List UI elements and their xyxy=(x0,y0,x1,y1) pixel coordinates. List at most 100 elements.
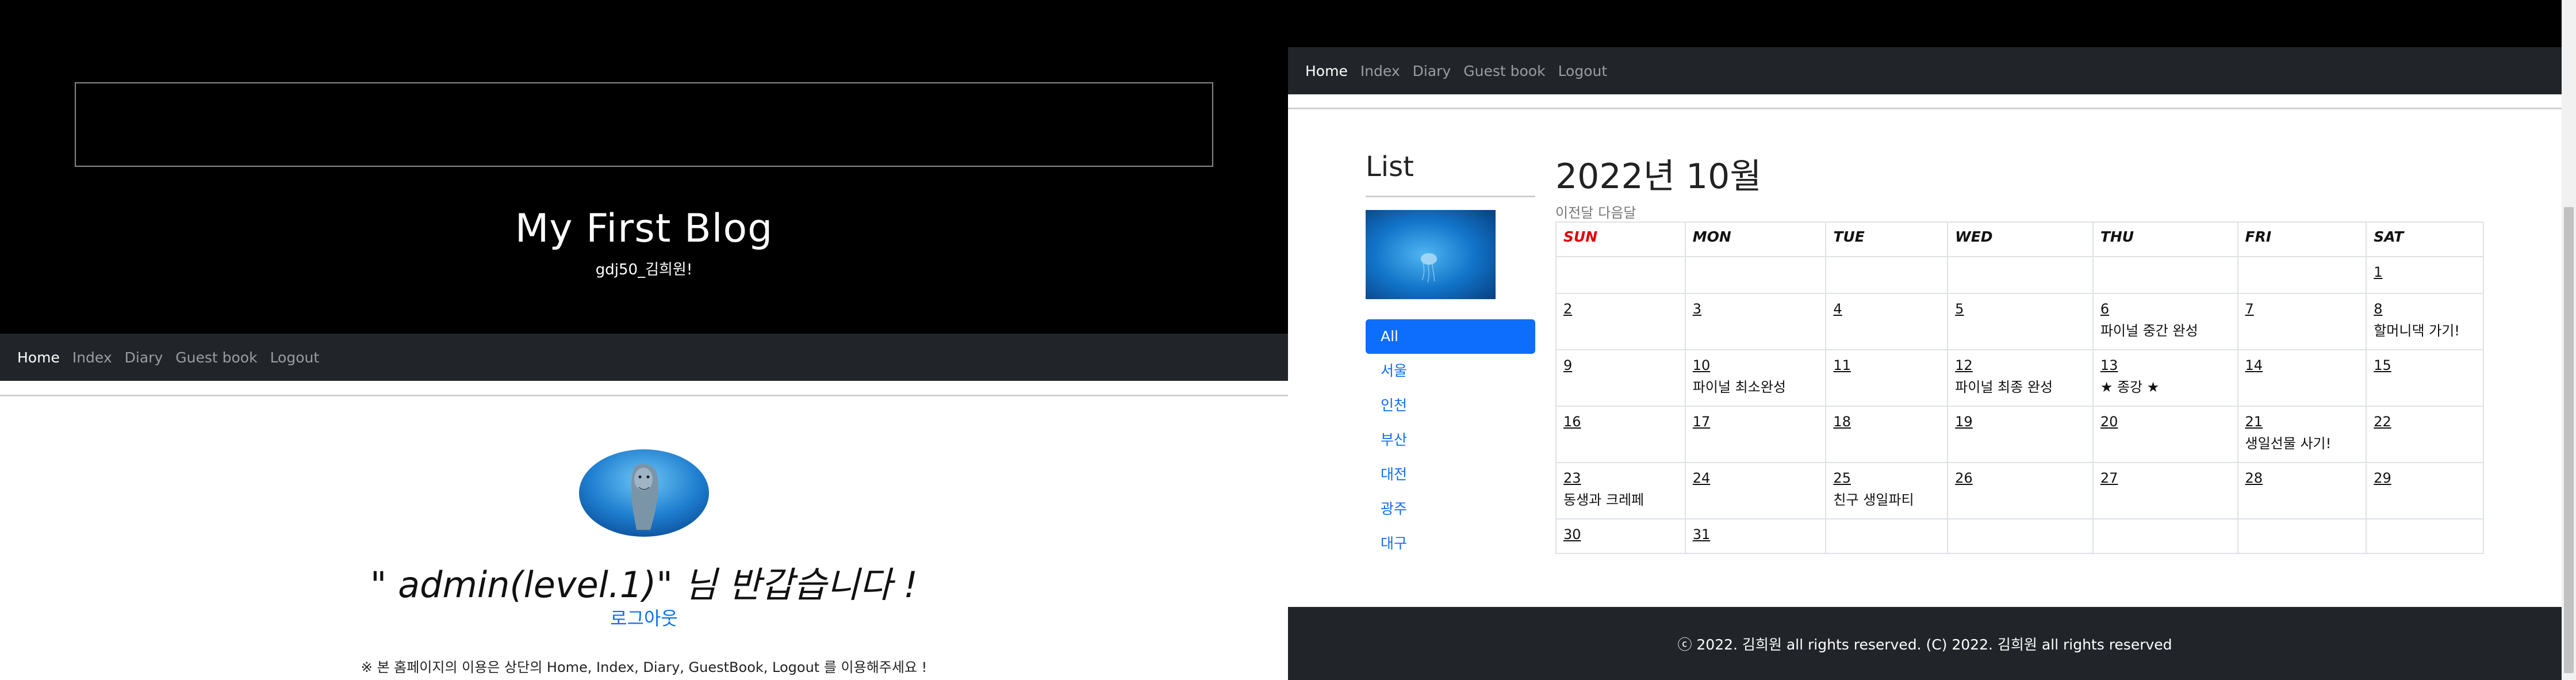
calendar-day-link[interactable]: 27 xyxy=(2100,470,2230,486)
category-daejeon[interactable]: 대전 xyxy=(1366,457,1535,492)
category-list: All 서울 인천 부산 대전 광주 대구 xyxy=(1366,319,1535,561)
calendar-day-cell: 24 xyxy=(1684,462,1827,519)
weekday-header-row: SUN MON TUE WED THU FRI SAT xyxy=(1555,221,2484,257)
calendar-day-cell xyxy=(2092,518,2238,554)
nav-diary[interactable]: Diary xyxy=(125,349,163,366)
calendar-day-link[interactable]: 18 xyxy=(1833,414,1940,430)
calendar-day-link[interactable]: 31 xyxy=(1693,526,1819,543)
nav-home[interactable]: Home xyxy=(1305,63,1348,79)
calendar-body: 1 2 3 4 5 6 파이널 중간 완성 7 8 할머니댁 가기! 9 10 파이널 최소완성 11 12… xyxy=(1555,256,2484,554)
page-footer: ⓒ 2022. 김희원 all rights reserved. (C) 202… xyxy=(1288,607,2562,680)
calendar-day-link[interactable]: 23 xyxy=(1563,470,1678,486)
vertical-scrollbar[interactable] xyxy=(2562,0,2576,680)
top-navbar: Home Index Diary Guest book Logout xyxy=(0,334,1288,381)
calendar-day-link[interactable]: 29 xyxy=(2374,470,2476,486)
nav-guest-book[interactable]: Guest book xyxy=(175,349,257,366)
calendar-week-row: 16 17 18 19 20 21 생일선물 사기! 22 xyxy=(1555,406,2484,463)
logout-link[interactable]: 로그아웃 xyxy=(0,604,1288,631)
calendar-day-cell: 16 xyxy=(1555,406,1686,463)
calendar-day-link[interactable]: 25 xyxy=(1833,470,1940,486)
category-daegu[interactable]: 대구 xyxy=(1366,526,1535,561)
calendar-day-link[interactable]: 26 xyxy=(1955,470,2086,486)
calendar-day-cell: 17 xyxy=(1684,406,1827,463)
divider xyxy=(1288,108,2562,109)
calendar-day-cell: 13 ★ 종강 ★ xyxy=(2092,349,2238,407)
weekday-mon: MON xyxy=(1684,221,1827,257)
calendar-day-cell: 3 xyxy=(1684,293,1827,350)
category-seoul[interactable]: 서울 xyxy=(1366,354,1535,388)
calendar-day-cell xyxy=(1684,256,1827,294)
calendar-day-link[interactable]: 16 xyxy=(1563,414,1678,430)
nav-logout[interactable]: Logout xyxy=(1558,63,1608,79)
sidebar-image xyxy=(1366,210,1496,299)
calendar-day-link[interactable]: 17 xyxy=(1693,414,1819,430)
calendar-day-link[interactable]: 10 xyxy=(1693,357,1819,373)
calendar-month-nav: 이전달 다음달 xyxy=(1555,201,1641,221)
category-incheon[interactable]: 인천 xyxy=(1366,388,1535,423)
nav-guest-book[interactable]: Guest book xyxy=(1463,63,1545,79)
hero-frame xyxy=(75,82,1213,167)
calendar-day-link[interactable]: 7 xyxy=(2245,301,2359,317)
diary-page-panel: Home Index Diary Guest book Logout List xyxy=(1288,0,2576,680)
calendar-day-link[interactable]: 20 xyxy=(2100,414,2230,430)
calendar-day-cell: 14 xyxy=(2237,349,2367,407)
calendar-day-link[interactable]: 14 xyxy=(2245,357,2359,373)
calendar-day-cell: 2 xyxy=(1555,293,1686,350)
calendar-day-link[interactable]: 11 xyxy=(1833,357,1940,373)
calendar-day-cell: 1 xyxy=(2366,256,2484,294)
calendar-day-link[interactable]: 6 xyxy=(2100,301,2230,317)
calendar-day-link[interactable]: 19 xyxy=(1955,414,2086,430)
calendar-day-link[interactable]: 28 xyxy=(2245,470,2359,486)
calendar-day-cell: 29 xyxy=(2366,462,2484,519)
calendar-day-cell: 5 xyxy=(1947,293,2094,350)
calendar-day-cell: 11 xyxy=(1825,349,1949,407)
calendar-week-row: 2 3 4 5 6 파이널 중간 완성 7 8 할머니댁 가기! xyxy=(1555,293,2484,350)
calendar-day-link[interactable]: 13 xyxy=(2100,357,2230,373)
calendar-day-link[interactable]: 30 xyxy=(1563,526,1678,543)
category-gwangju[interactable]: 광주 xyxy=(1366,492,1535,526)
calendar-day-cell: 25 친구 생일파티 xyxy=(1825,462,1949,519)
calendar-day-cell: 4 xyxy=(1825,293,1949,350)
calendar-day-cell: 21 생일선물 사기! xyxy=(2237,406,2367,463)
category-all[interactable]: All xyxy=(1366,319,1535,354)
calendar-week-row: 30 31 xyxy=(1555,518,2484,554)
calendar-day-cell: 8 할머니댁 가기! xyxy=(2366,293,2484,350)
divider xyxy=(0,395,1288,396)
calendar-day-cell: 31 xyxy=(1684,518,1827,554)
calendar-day-cell xyxy=(2092,256,2238,294)
calendar-day-link[interactable]: 21 xyxy=(2245,414,2359,430)
next-month-link[interactable]: 다음달 xyxy=(1598,205,1636,221)
welcome-message: " admin(level.1)" 님 반갑습니다 ! xyxy=(370,564,918,606)
nav-logout[interactable]: Logout xyxy=(270,349,320,366)
calendar-event: 파이널 최종 완성 xyxy=(1955,379,2053,395)
hero-banner-bottom xyxy=(1288,0,2576,47)
calendar-day-cell: 10 파이널 최소완성 xyxy=(1684,349,1827,407)
calendar-day-link[interactable]: 3 xyxy=(1693,301,1819,317)
nav-index[interactable]: Index xyxy=(72,349,112,366)
calendar-day-link[interactable]: 24 xyxy=(1693,470,1819,486)
calendar-day-cell: 30 xyxy=(1555,518,1686,554)
calendar-day-link[interactable]: 4 xyxy=(1833,301,1940,317)
calendar-day-cell xyxy=(2237,256,2367,294)
calendar-day-cell xyxy=(1947,518,2094,554)
calendar-day-link[interactable]: 2 xyxy=(1563,301,1678,317)
nav-home[interactable]: Home xyxy=(17,349,60,366)
calendar-day-link[interactable]: 5 xyxy=(1955,301,2086,317)
calendar-day-link[interactable]: 8 xyxy=(2374,301,2476,317)
nav-diary[interactable]: Diary xyxy=(1413,63,1451,79)
prev-month-link[interactable]: 이전달 xyxy=(1555,205,1593,221)
calendar-day-cell xyxy=(1825,256,1949,294)
calendar-day-link[interactable]: 15 xyxy=(2374,357,2476,373)
category-busan[interactable]: 부산 xyxy=(1366,423,1535,457)
weekday-tue: TUE xyxy=(1825,221,1949,257)
calendar-day-link[interactable]: 1 xyxy=(2374,264,2476,280)
calendar-day-link[interactable]: 12 xyxy=(1955,357,2086,373)
calendar-day-link[interactable]: 22 xyxy=(2374,414,2476,430)
calendar-day-cell: 9 xyxy=(1555,349,1686,407)
calendar-day-link[interactable]: 9 xyxy=(1563,357,1678,373)
calendar-day-cell xyxy=(2237,518,2367,554)
calendar-title: 2022년 10월 xyxy=(1555,156,1762,197)
nav-index[interactable]: Index xyxy=(1360,63,1400,79)
profile-avatar xyxy=(579,449,709,537)
scrollbar-thumb[interactable] xyxy=(2564,207,2574,673)
